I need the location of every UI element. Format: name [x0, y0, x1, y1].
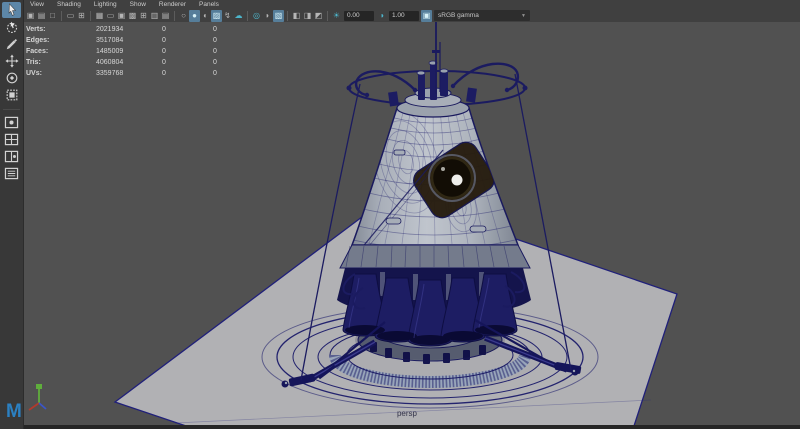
- move-tool-button[interactable]: [2, 53, 21, 69]
- hud-row: Edges:351708400: [26, 35, 253, 46]
- gamma-field[interactable]: 1.00: [389, 11, 419, 21]
- hud-col3: 0: [213, 35, 253, 46]
- bookmarks-icon[interactable]: □: [47, 10, 58, 22]
- select-tool-button[interactable]: [2, 2, 21, 18]
- lock-camera-icon[interactable]: ▣: [25, 10, 36, 22]
- gamma-icon[interactable]: ◑: [376, 10, 387, 22]
- hud-total: 2021934: [96, 24, 162, 35]
- motion-blur-icon[interactable]: ◗: [262, 10, 273, 22]
- wireframe-icon[interactable]: ○: [178, 10, 189, 22]
- hud-row: UVs:335976800: [26, 68, 253, 79]
- top-machinery: [388, 61, 477, 106]
- hud-row: Faces:148500900: [26, 46, 253, 57]
- hud-total: 3517084: [96, 35, 162, 46]
- hud-col2: 0: [162, 57, 213, 68]
- safe-action-icon[interactable]: ▥: [149, 10, 160, 22]
- tool-box-tools: [2, 2, 21, 104]
- two-pane-layout-button[interactable]: [2, 148, 21, 164]
- resolution-gate-icon[interactable]: ▣: [116, 10, 127, 22]
- field-chart-icon[interactable]: ⊞: [138, 10, 149, 22]
- porthole-window: [429, 155, 475, 201]
- maya-logo: M: [6, 402, 21, 422]
- hud-label: Edges:: [26, 35, 96, 46]
- maya-window: ViewShadingLightingShowRendererPanels ▣▤…: [0, 0, 800, 429]
- safe-title-icon[interactable]: ▤: [160, 10, 171, 22]
- toolbar-separator: [287, 11, 288, 21]
- top-assembly: [347, 22, 528, 117]
- toolbox-separator: [3, 109, 20, 110]
- toolbar-separator: [327, 11, 328, 21]
- hud-total: 3359768: [96, 68, 162, 79]
- hud-col2: 0: [162, 35, 213, 46]
- outliner-layout-button[interactable]: [2, 165, 21, 181]
- four-pane-layout-button[interactable]: [2, 131, 21, 147]
- hud-label: Faces:: [26, 46, 96, 57]
- toolbar-separator: [61, 11, 62, 21]
- menu-panels[interactable]: Panels: [199, 0, 219, 9]
- scale-tool-button[interactable]: [2, 87, 21, 103]
- poly-count-hud: Verts:202193400Edges:351708400Faces:1485…: [26, 24, 253, 79]
- exposure-icon[interactable]: ☀: [331, 10, 342, 22]
- hud-total: 1485009: [96, 46, 162, 57]
- toolbar-separator: [90, 11, 91, 21]
- view-transform-value: sRGB gamma: [438, 12, 479, 19]
- single-pane-layout-button[interactable]: [2, 114, 21, 130]
- gate-mask-icon[interactable]: ▩: [127, 10, 138, 22]
- joint-x-ray-icon[interactable]: ◩: [313, 10, 324, 22]
- hud-label: UVs:: [26, 68, 96, 79]
- caret-down-icon: ▼: [521, 13, 526, 19]
- viewport[interactable]: Verts:202193400Edges:351708400Faces:1485…: [23, 22, 800, 429]
- hud-label: Tris:: [26, 57, 96, 68]
- hud-row: Tris:406080400: [26, 57, 253, 68]
- hud-col3: 0: [213, 57, 253, 68]
- shadows-icon[interactable]: ☁: [233, 10, 244, 22]
- rotate-tool-button[interactable]: [2, 70, 21, 86]
- engine-skirt: [340, 245, 530, 268]
- isolate-select-icon[interactable]: ◧: [291, 10, 302, 22]
- hud-total: 4060804: [96, 57, 162, 68]
- hud-col2: 0: [162, 46, 213, 57]
- axis-gizmo: [29, 384, 46, 410]
- camera-attributes-icon[interactable]: ▤: [36, 10, 47, 22]
- menu-show[interactable]: Show: [130, 0, 146, 9]
- menu-shading[interactable]: Shading: [57, 0, 81, 9]
- paint-select-tool-button[interactable]: [2, 36, 21, 52]
- menu-lighting[interactable]: Lighting: [94, 0, 117, 9]
- lasso-select-tool-button[interactable]: [2, 19, 21, 35]
- menu-bar: View Shading Lighting Show Renderer Panels: [23, 0, 800, 9]
- x-ray-icon[interactable]: ◨: [302, 10, 313, 22]
- menu-renderer[interactable]: Renderer: [159, 0, 186, 9]
- hud-label: Verts:: [26, 24, 96, 35]
- hud-col2: 0: [162, 68, 213, 79]
- capsule-body: [352, 104, 518, 252]
- hud-col3: 0: [213, 24, 253, 35]
- toolbar-separator: [247, 11, 248, 21]
- grid-icon[interactable]: ▦: [94, 10, 105, 22]
- tool-box: [0, 0, 24, 429]
- film-gate-icon[interactable]: ▭: [105, 10, 116, 22]
- exposure-field[interactable]: 0.00: [344, 11, 374, 21]
- anti-alias-icon[interactable]: ▧: [273, 10, 284, 22]
- view-transform-dropdown[interactable]: sRGB gamma ▼: [434, 10, 530, 21]
- textured-icon[interactable]: ▨: [211, 10, 222, 22]
- smooth-shade-icon[interactable]: ●: [189, 10, 200, 22]
- hud-col3: 0: [213, 68, 253, 79]
- scene-3d[interactable]: [23, 22, 800, 429]
- panel-toolbar: ▣▤□▭⊞▦▭▣▩⊞▥▤○●◐▨↯☁◎◗▧◧◨◩☀0.00◑1.00▣sRGB …: [23, 9, 800, 22]
- menu-view[interactable]: View: [30, 0, 44, 9]
- panel-header: ViewShadingLightingShowRendererPanels ▣▤…: [23, 0, 800, 22]
- toolbar-separator: [174, 11, 175, 21]
- use-all-lights-icon[interactable]: ↯: [222, 10, 233, 22]
- color-management-icon[interactable]: ▣: [421, 10, 432, 22]
- occlusion-icon[interactable]: ◎: [251, 10, 262, 22]
- image-plane-icon[interactable]: ▭: [65, 10, 76, 22]
- camera-label: persp: [377, 409, 437, 418]
- viewport-bottom-band: [23, 425, 800, 429]
- hud-col3: 0: [213, 46, 253, 57]
- pan-zoom-icon[interactable]: ⊞: [76, 10, 87, 22]
- hud-col2: 0: [162, 24, 213, 35]
- layout-shortcuts: [2, 114, 21, 182]
- hud-row: Verts:202193400: [26, 24, 253, 35]
- default-material-icon[interactable]: ◐: [200, 10, 211, 22]
